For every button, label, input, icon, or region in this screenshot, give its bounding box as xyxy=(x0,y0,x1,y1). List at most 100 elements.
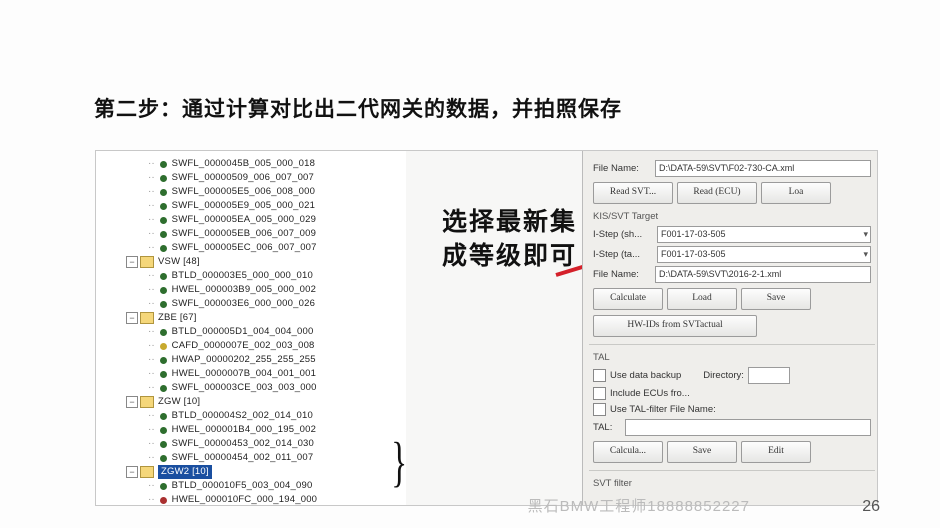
watermark-text: 黑石BMW工程师18888852227 xyxy=(528,495,750,516)
bullet-icon xyxy=(160,357,167,364)
minus-icon[interactable]: − xyxy=(126,312,138,324)
tree-connector: ·· xyxy=(148,241,155,255)
tree-item-label: SWFL_000005EB_006_007_009 xyxy=(172,227,316,241)
bullet-icon xyxy=(160,385,167,392)
page-number: 26 xyxy=(862,498,880,516)
tree-item[interactable]: ··HWEL_000010FC_000_194_000 xyxy=(104,493,406,506)
tree-item[interactable]: ··HWEL_000001B4_000_195_002 xyxy=(104,423,406,437)
tree-connector: ·· xyxy=(148,171,155,185)
file-name-label-2: File Name: xyxy=(593,269,651,281)
kis-svt-target-title: KIS/SVT Target xyxy=(593,211,871,223)
bullet-icon xyxy=(160,273,167,280)
file-name-label-1: File Name: xyxy=(593,163,651,175)
tree-item[interactable]: ··BTLD_000010F5_003_004_090 xyxy=(104,479,406,493)
bullet-icon xyxy=(160,329,167,336)
istep-sh-dropdown[interactable]: F001-17-03-505 xyxy=(657,226,871,243)
tree-folder[interactable]: −VSW [48] xyxy=(104,255,406,269)
tree-item-label: SWFL_0000045B_005_000_018 xyxy=(172,157,315,171)
folder-icon xyxy=(140,396,154,408)
read-svt-button[interactable]: Read SVT... xyxy=(593,182,673,204)
tree-item[interactable]: ··SWFL_000005EA_005_000_029 xyxy=(104,213,406,227)
tree-item[interactable]: ··SWFL_000005EC_006_007_007 xyxy=(104,241,406,255)
tree-item[interactable]: ·· SWFL_000005E5_006_008_000 xyxy=(104,185,406,199)
bullet-icon xyxy=(160,217,167,224)
curly-brace-annotation: } xyxy=(391,437,407,487)
bullet-icon xyxy=(160,175,167,182)
use-tal-filter-checkbox[interactable] xyxy=(593,403,606,416)
minus-icon[interactable]: − xyxy=(126,466,138,478)
step-heading: 第二步：通过计算对比出二代网关的数据，并拍照保存 xyxy=(94,93,880,123)
bullet-icon xyxy=(160,161,167,168)
callout-line2: 成等级即可 xyxy=(442,242,577,270)
bullet-icon xyxy=(160,483,167,490)
include-ecus-checkbox[interactable] xyxy=(593,387,606,400)
tal-label: TAL: xyxy=(593,422,621,434)
calculate-button[interactable]: Calculate xyxy=(593,288,663,310)
use-tal-filter-label: Use TAL-filter File Name: xyxy=(610,404,716,416)
tree-item[interactable]: ··SWFL_000005E9_005_000_021 xyxy=(104,199,406,213)
tree-folder[interactable]: −ZBE [67] xyxy=(104,311,406,325)
tree-folder[interactable]: −ZGW [10] xyxy=(104,395,406,409)
directory-field[interactable] xyxy=(748,367,790,384)
tree-connector: ·· xyxy=(148,283,155,297)
folder-icon xyxy=(140,256,154,268)
tree-item[interactable]: ··HWAP_00000202_255_255_255 xyxy=(104,353,406,367)
bullet-icon xyxy=(160,189,167,196)
tree-item[interactable]: ··SWFL_000003E6_000_000_026 xyxy=(104,297,406,311)
tal-title: TAL xyxy=(593,352,871,364)
tree-item[interactable]: ··HWEL_0000007B_004_001_001 xyxy=(104,367,406,381)
use-data-backup-label: Use data backup xyxy=(610,370,681,382)
minus-icon[interactable]: − xyxy=(126,256,138,268)
tree-connector: ·· xyxy=(148,269,155,283)
tree-item[interactable]: ··SWFL_0000045B_005_000_018 xyxy=(104,157,406,171)
tree-connector: ·· xyxy=(148,213,155,227)
save-button-2[interactable]: Save xyxy=(667,441,737,463)
tree-item[interactable]: ··SWFL_000005EB_006_007_009 xyxy=(104,227,406,241)
tree-item-label: SWFL_00000454_002_011_007 xyxy=(172,451,314,465)
folder-icon xyxy=(140,312,154,324)
tree-item[interactable]: ··SWFL_00000453_002_014_030 xyxy=(104,437,406,451)
tree-item-label: BTLD_000004S2_002_014_010 xyxy=(172,409,313,423)
tree-connector: ·· xyxy=(148,423,155,437)
tree-connector: ·· xyxy=(148,381,155,395)
bullet-icon xyxy=(160,203,167,210)
tree-connector: ·· xyxy=(148,339,155,353)
bullet-icon xyxy=(160,301,167,308)
ecu-tree[interactable]: ··SWFL_0000045B_005_000_018··SWFL_000005… xyxy=(96,151,406,505)
hwids-button[interactable]: HW-IDs from SVTactual xyxy=(593,315,757,337)
tree-connector: ·· xyxy=(148,367,155,381)
save-button-1[interactable]: Save xyxy=(741,288,811,310)
tree-folder-label: ZGW2 [10] xyxy=(158,465,212,479)
tree-item[interactable]: ··HWEL_000003B9_005_000_002 xyxy=(104,283,406,297)
directory-label: Directory: xyxy=(703,370,744,382)
read-ecu-button[interactable]: Read (ECU) xyxy=(677,182,757,204)
tree-item[interactable]: ··SWFL_00000454_002_011_007 xyxy=(104,451,406,465)
tree-item[interactable]: ··SWFL_000003CE_003_003_000 xyxy=(104,381,406,395)
minus-icon[interactable]: − xyxy=(126,396,138,408)
tree-item[interactable]: ··SWFL_00000509_006_007_007 xyxy=(104,171,406,185)
svt-filter-title: SVT filter xyxy=(593,478,871,490)
tree-connector: ·· xyxy=(148,325,155,339)
include-ecus-label: Include ECUs fro... xyxy=(610,388,690,400)
tree-item-label: BTLD_000005D1_004_004_000 xyxy=(172,325,314,339)
tal-field[interactable] xyxy=(625,419,871,436)
edit-button[interactable]: Edit xyxy=(741,441,811,463)
file-name-field-1[interactable]: D:\DATA-59\SVT\F02-730-CA.xml xyxy=(655,160,871,177)
istep-ta-dropdown[interactable]: F001-17-03-505 xyxy=(657,246,871,263)
tree-item[interactable]: ··BTLD_000003E5_000_000_010 xyxy=(104,269,406,283)
tree-connector: ·· xyxy=(148,185,155,199)
calcu-button[interactable]: Calcula... xyxy=(593,441,663,463)
istep-sh-label: I-Step (sh... xyxy=(593,229,657,241)
load-button-1[interactable]: Loa xyxy=(761,182,831,204)
tree-item[interactable]: ··CAFD_0000007E_002_003_008 xyxy=(104,339,406,353)
folder-icon xyxy=(140,466,154,478)
callout-line1: 选择最新集 xyxy=(442,208,577,236)
tree-item[interactable]: ··BTLD_000004S2_002_014_010 xyxy=(104,409,406,423)
file-name-field-2[interactable]: D:\DATA-59\SVT\2016-2-1.xml xyxy=(655,266,871,283)
tree-item-label: SWFL_000005E5_006_008_000 xyxy=(172,185,315,199)
tree-item[interactable]: ·· BTLD_000005D1_004_004_000 xyxy=(104,325,406,339)
load-button-2[interactable]: Load xyxy=(667,288,737,310)
tree-folder[interactable]: − ZGW2 [10] xyxy=(104,465,406,479)
use-data-backup-checkbox[interactable] xyxy=(593,369,606,382)
tree-connector: ·· xyxy=(148,437,155,451)
